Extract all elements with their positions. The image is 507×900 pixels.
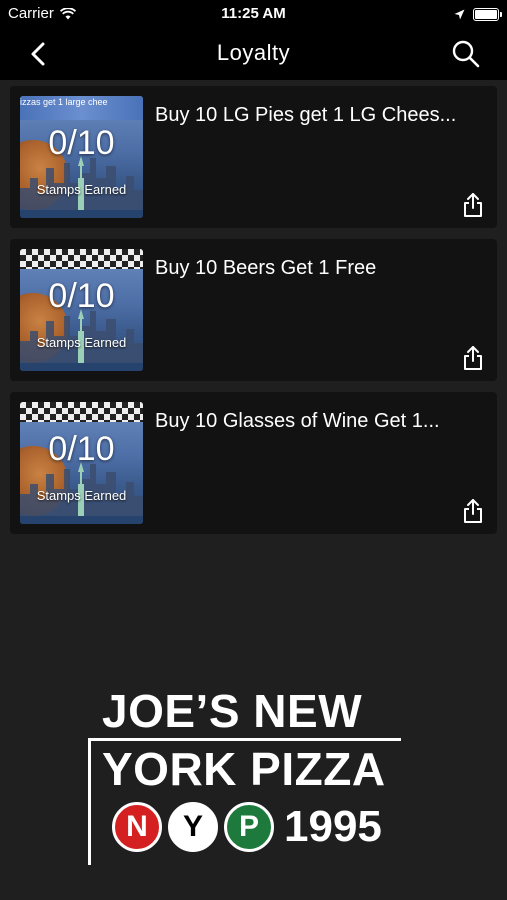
logo-badge-row: N Y P 1995 — [112, 802, 382, 852]
loyalty-card[interactable]: 0/10 Stamps Earned Buy 10 Beers Get 1 Fr… — [10, 239, 497, 381]
share-button[interactable] — [461, 192, 485, 218]
reward-title: Buy 10 LG Pies get 1 LG Chees... — [155, 104, 457, 126]
reward-thumbnail: 0/10 Stamps Earned — [20, 249, 143, 371]
reward-title: Buy 10 Beers Get 1 Free — [155, 257, 377, 279]
nav-bar: Loyalty — [0, 28, 507, 80]
logo-badge-n: N — [112, 802, 162, 852]
loyalty-card[interactable]: izzas get 1 large chee 0/10 Stamps Earne… — [10, 86, 497, 228]
restaurant-logo: JOE’S NEW YORK PIZZA N Y P 1995 — [88, 680, 418, 870]
share-icon — [464, 499, 482, 523]
status-bar: Carrier 11:25 AM — [0, 0, 507, 28]
stamps-earned-label: Stamps Earned — [36, 488, 127, 503]
logo-line-1: JOE’S NEW — [102, 685, 363, 737]
page-title: Loyalty — [216, 40, 291, 65]
share-button[interactable] — [461, 345, 485, 371]
stamps-earned-label: Stamps Earned — [36, 335, 127, 350]
promo-banner: izzas get 1 large chee — [20, 96, 143, 120]
reward-title: Buy 10 Glasses of Wine Get 1... — [155, 410, 440, 432]
location-arrow-icon — [454, 9, 465, 19]
reward-thumbnail: izzas get 1 large chee 0/10 Stamps Earne… — [20, 96, 143, 218]
reward-thumbnail: 0/10 Stamps Earned — [20, 402, 143, 524]
checker-strip — [20, 249, 143, 269]
loyalty-card[interactable]: 0/10 Stamps Earned Buy 10 Glasses of Win… — [10, 392, 497, 534]
status-right — [454, 0, 502, 28]
logo-year: 1995 — [284, 802, 382, 851]
checker-strip — [20, 402, 143, 422]
share-icon — [464, 193, 482, 217]
logo-line-2: YORK PIZZA — [102, 743, 386, 795]
logo-badge-y: Y — [168, 802, 218, 852]
stamp-count: 0/10 — [48, 124, 115, 162]
logo-badge-p: P — [224, 802, 274, 852]
stamp-count: 0/10 — [48, 430, 115, 468]
battery-icon — [473, 7, 502, 21]
stamps-earned-label: Stamps Earned — [36, 182, 127, 197]
status-time: 11:25 AM — [221, 5, 286, 22]
search-icon — [452, 40, 480, 68]
stamp-count: 0/10 — [48, 277, 115, 315]
share-icon — [464, 346, 482, 370]
share-button[interactable] — [461, 498, 485, 524]
search-button[interactable] — [449, 37, 483, 71]
loyalty-list: izzas get 1 large chee 0/10 Stamps Earne… — [10, 86, 497, 545]
